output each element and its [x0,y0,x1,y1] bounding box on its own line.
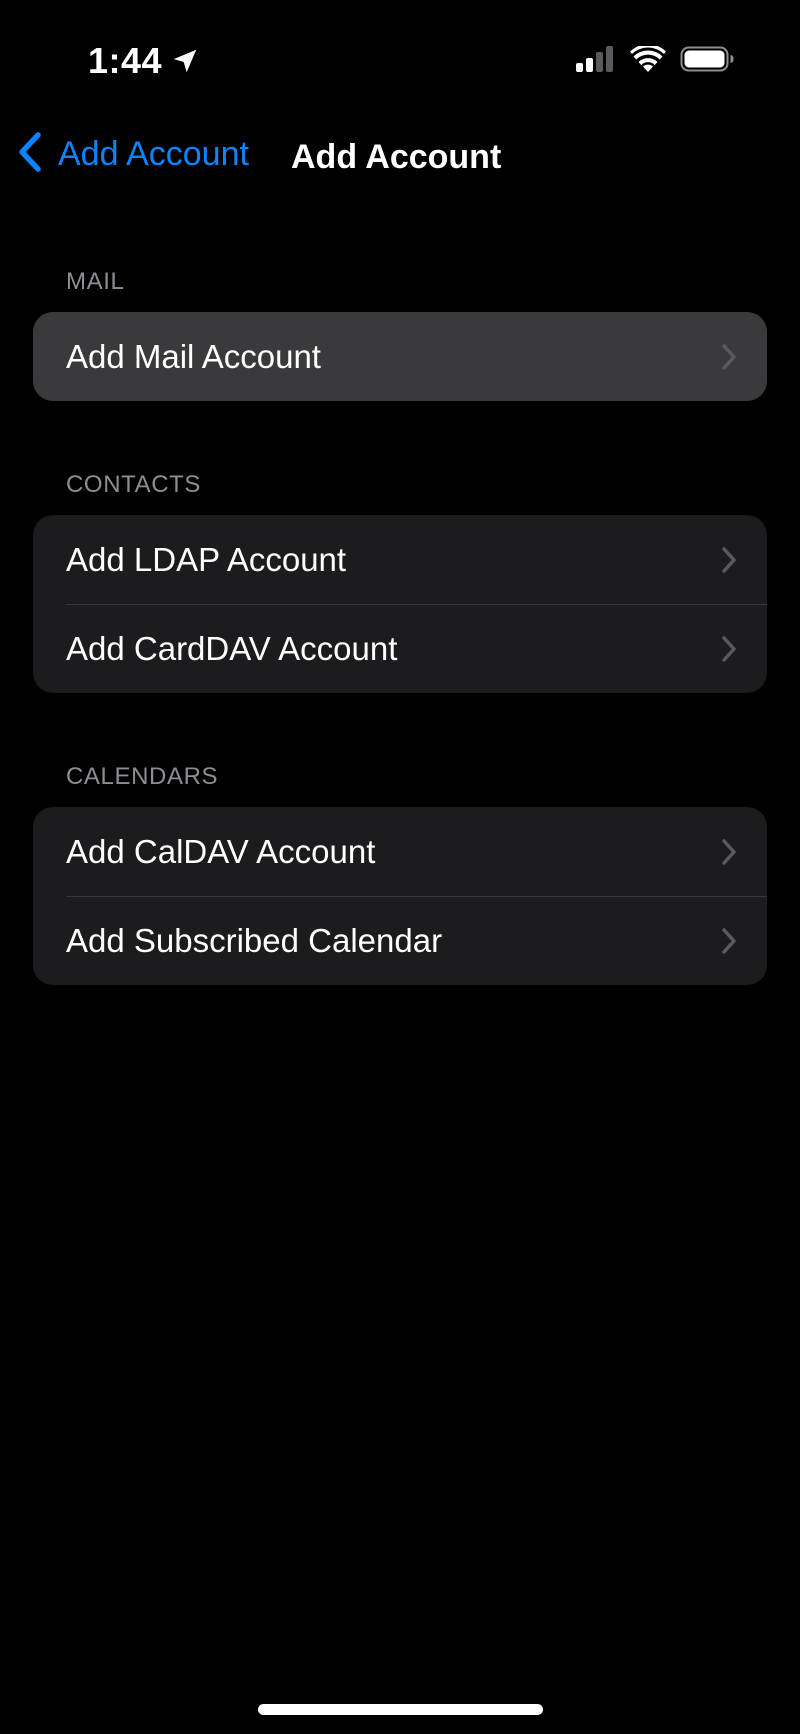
row-label: Add CalDAV Account [66,832,376,870]
row-add-carddav-account[interactable]: Add CardDAV Account [33,604,767,693]
row-add-mail-account[interactable]: Add Mail Account [33,312,767,401]
section-header-contacts: CONTACTS [66,471,202,498]
group-calendars: Add CalDAV Account Add Subscribed Calend… [33,807,767,985]
row-label: Add LDAP Account [66,540,347,578]
navigation-bar: Add Account Add Account [0,118,800,190]
wifi-icon [630,45,666,73]
chevron-left-icon [16,131,44,178]
home-indicator[interactable] [258,1704,543,1715]
chevron-right-icon [721,635,737,663]
battery-icon [680,46,734,72]
row-add-ldap-account[interactable]: Add LDAP Account [33,515,767,604]
group-contacts: Add LDAP Account Add CardDAV Account [33,515,767,693]
section-header-mail: MAIL [66,268,125,295]
cellular-signal-icon [576,46,616,72]
row-add-subscribed-calendar[interactable]: Add Subscribed Calendar [33,896,767,985]
row-label: Add Subscribed Calendar [66,921,443,959]
section-header-calendars: CALENDARS [66,763,219,790]
status-time: 1:44 [88,40,163,81]
chevron-right-icon [721,343,737,371]
status-indicators [576,42,734,76]
chevron-right-icon [721,838,737,866]
location-arrow-icon [170,46,200,76]
chevron-right-icon [721,927,737,955]
status-bar: 1:44 [0,0,800,120]
back-button[interactable]: Add Account [16,128,249,180]
status-time-group: 1:44 [88,36,200,86]
row-add-caldav-account[interactable]: Add CalDAV Account [33,807,767,896]
chevron-right-icon [721,546,737,574]
row-label: Add CardDAV Account [66,629,398,667]
group-mail: Add Mail Account [33,312,767,401]
back-button-label: Add Account [58,134,249,173]
page-title: Add Account [291,138,502,176]
row-label: Add Mail Account [66,337,321,375]
